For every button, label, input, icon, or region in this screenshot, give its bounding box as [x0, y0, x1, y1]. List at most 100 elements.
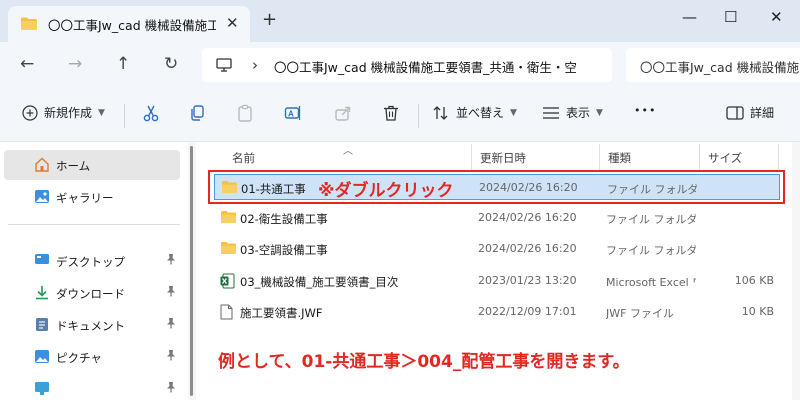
command-bar: 新規作成 ▼ A 並べ替え ▼ 表示 ▼ ••• 詳細: [0, 88, 800, 142]
sidebar-item-label: ピクチャ: [56, 351, 102, 365]
chevron-down-icon: ▼: [510, 107, 517, 118]
maximize-button[interactable]: ☐: [724, 8, 737, 26]
delete-button[interactable]: [382, 104, 400, 122]
address-bar[interactable]: › 〇〇工事Jw_cad 機械設備施工要領書_共通・衛生・空: [202, 48, 612, 82]
new-button-label: 新規作成: [44, 106, 93, 120]
pin-icon[interactable]: [166, 349, 176, 364]
sidebar-item-documents[interactable]: ドキュメント: [4, 310, 180, 340]
paste-icon: [238, 104, 252, 122]
pin-icon[interactable]: [166, 381, 176, 396]
new-tab-button[interactable]: +: [262, 11, 277, 29]
chevron-down-icon: ▼: [98, 107, 105, 118]
column-divider[interactable]: [699, 144, 700, 172]
details-pane-icon: [726, 105, 744, 120]
more-options-button[interactable]: •••: [634, 104, 656, 117]
sidebar-scrollbar-thumb[interactable]: [190, 146, 193, 396]
download-icon: [34, 285, 50, 303]
file-row[interactable]: 02-衛生設備工事 2024/02/26 16:20 ファイル フォルダー: [214, 205, 780, 231]
details-pane-button[interactable]: 詳細: [726, 104, 774, 121]
file-type: Microsoft Excel ワークシート: [606, 276, 696, 289]
sort-label: 並べ替え: [456, 106, 505, 120]
file-name: 02-衛生設備工事: [240, 212, 328, 226]
sidebar-divider: [8, 224, 180, 225]
search-box[interactable]: 〇〇工事Jw_cad 機械設備施: [626, 48, 800, 82]
sidebar-item-home[interactable]: ホーム: [4, 150, 180, 180]
sidebar-item-monitor[interactable]: [4, 374, 180, 400]
column-header-name[interactable]: 名前: [232, 150, 255, 166]
tab-close-icon[interactable]: ✕: [226, 14, 239, 32]
column-header-type[interactable]: 種類: [608, 150, 631, 166]
excel-icon: [220, 273, 235, 292]
share-button[interactable]: [334, 104, 352, 122]
navigation-pane: ホーム ギャラリー デスクトップ ダウンロード ドキュメント ピクチャ: [0, 142, 188, 400]
minimize-button[interactable]: —: [682, 8, 697, 26]
rename-button[interactable]: A: [284, 104, 302, 122]
pin-icon[interactable]: [166, 317, 176, 332]
sidebar-item-downloads[interactable]: ダウンロード: [4, 278, 180, 308]
breadcrumb-path[interactable]: 〇〇工事Jw_cad 機械設備施工要領書_共通・衛生・空: [274, 57, 606, 76]
trash-icon: [384, 105, 398, 121]
sidebar-item-label: ドキュメント: [56, 319, 125, 333]
file-row[interactable]: 03_機械設備_施工要領書_目次 2023/01/23 13:20 Micros…: [214, 268, 780, 294]
column-divider[interactable]: [778, 144, 779, 172]
documents-icon: [34, 317, 50, 335]
highlight-box: [208, 170, 785, 204]
instruction-annotation: 例として、01-共通工事＞004_配管工事を開きます。: [218, 352, 630, 372]
tab-title: 〇〇工事Jw_cad 機械設備施工要領書_共通・衛生・空: [48, 18, 216, 33]
sidebar-item-desktop[interactable]: デスクトップ: [4, 246, 180, 276]
sidebar-item-gallery[interactable]: ギャラリー: [4, 182, 180, 212]
file-type: JWF ファイル: [606, 307, 674, 320]
file-name: 03_機械設備_施工要領書_目次: [240, 275, 399, 289]
column-header-size[interactable]: サイズ: [708, 150, 742, 166]
rename-icon: A: [284, 106, 301, 120]
sort-icon: [433, 105, 448, 120]
pin-icon[interactable]: [166, 285, 176, 300]
list-view-icon: [543, 106, 559, 119]
file-date: 2024/02/26 16:20: [478, 211, 577, 224]
toolbar-divider: [418, 104, 419, 128]
sidebar-scrollbar[interactable]: [188, 142, 196, 400]
up-button[interactable]: ↑: [116, 54, 130, 74]
pictures-icon: [34, 349, 50, 367]
tab-current-folder[interactable]: 〇〇工事Jw_cad 機械設備施工要領書_共通・衛生・空 ✕: [8, 6, 250, 42]
column-header-date[interactable]: 更新日時: [480, 150, 526, 166]
forward-button[interactable]: →: [68, 54, 82, 74]
cut-button[interactable]: [142, 104, 160, 122]
paste-button[interactable]: [236, 104, 254, 122]
copy-button[interactable]: [188, 104, 206, 122]
file-icon: [220, 304, 233, 323]
breadcrumb-chevron-icon[interactable]: ›: [252, 56, 258, 74]
file-size: 10 KB: [741, 305, 774, 318]
column-divider[interactable]: [471, 144, 472, 172]
file-row[interactable]: 施工要領書.JWF 2022/12/09 17:01 JWF ファイル 10 K…: [214, 299, 780, 325]
back-button[interactable]: ←: [20, 54, 34, 74]
column-divider[interactable]: [599, 144, 600, 172]
scissors-icon: [143, 105, 159, 122]
view-button[interactable]: 表示 ▼: [542, 104, 603, 121]
file-name: 施工要領書.JWF: [240, 306, 323, 320]
title-bar: 〇〇工事Jw_cad 機械設備施工要領書_共通・衛生・空 ✕ + — ☐ ✕: [0, 0, 800, 42]
file-row[interactable]: 03-空調設備工事 2024/02/26 16:20 ファイル フォルダー: [214, 236, 780, 262]
double-click-annotation: ※ダブルクリック: [318, 181, 454, 201]
search-input[interactable]: 〇〇工事Jw_cad 機械設備施: [640, 57, 800, 76]
close-window-button[interactable]: ✕: [770, 8, 783, 26]
sort-ascending-icon: ︿: [343, 146, 353, 157]
refresh-button[interactable]: ↻: [164, 54, 178, 74]
file-size: 106 KB: [734, 274, 774, 287]
desktop-icon: [34, 253, 50, 270]
file-name: 03-空調設備工事: [240, 243, 328, 257]
gallery-icon: [34, 189, 50, 207]
sort-button[interactable]: 並べ替え ▼: [432, 104, 517, 121]
new-button[interactable]: 新規作成 ▼: [22, 104, 105, 121]
sidebar-item-label: ホーム: [56, 159, 91, 173]
file-date: 2022/12/09 17:01: [478, 305, 577, 318]
sidebar-item-pictures[interactable]: ピクチャ: [4, 342, 180, 372]
pin-icon[interactable]: [166, 253, 176, 268]
sidebar-item-label: ダウンロード: [56, 287, 125, 301]
file-type: ファイル フォルダー: [606, 244, 696, 257]
details-label: 詳細: [750, 106, 775, 120]
svg-text:A: A: [288, 110, 294, 119]
file-list-scrollbar[interactable]: [792, 142, 800, 400]
sidebar-item-label: デスクトップ: [56, 255, 125, 269]
navigation-bar: ← → ↑ ↻ › 〇〇工事Jw_cad 機械設備施工要領書_共通・衛生・空 〇…: [0, 42, 800, 88]
